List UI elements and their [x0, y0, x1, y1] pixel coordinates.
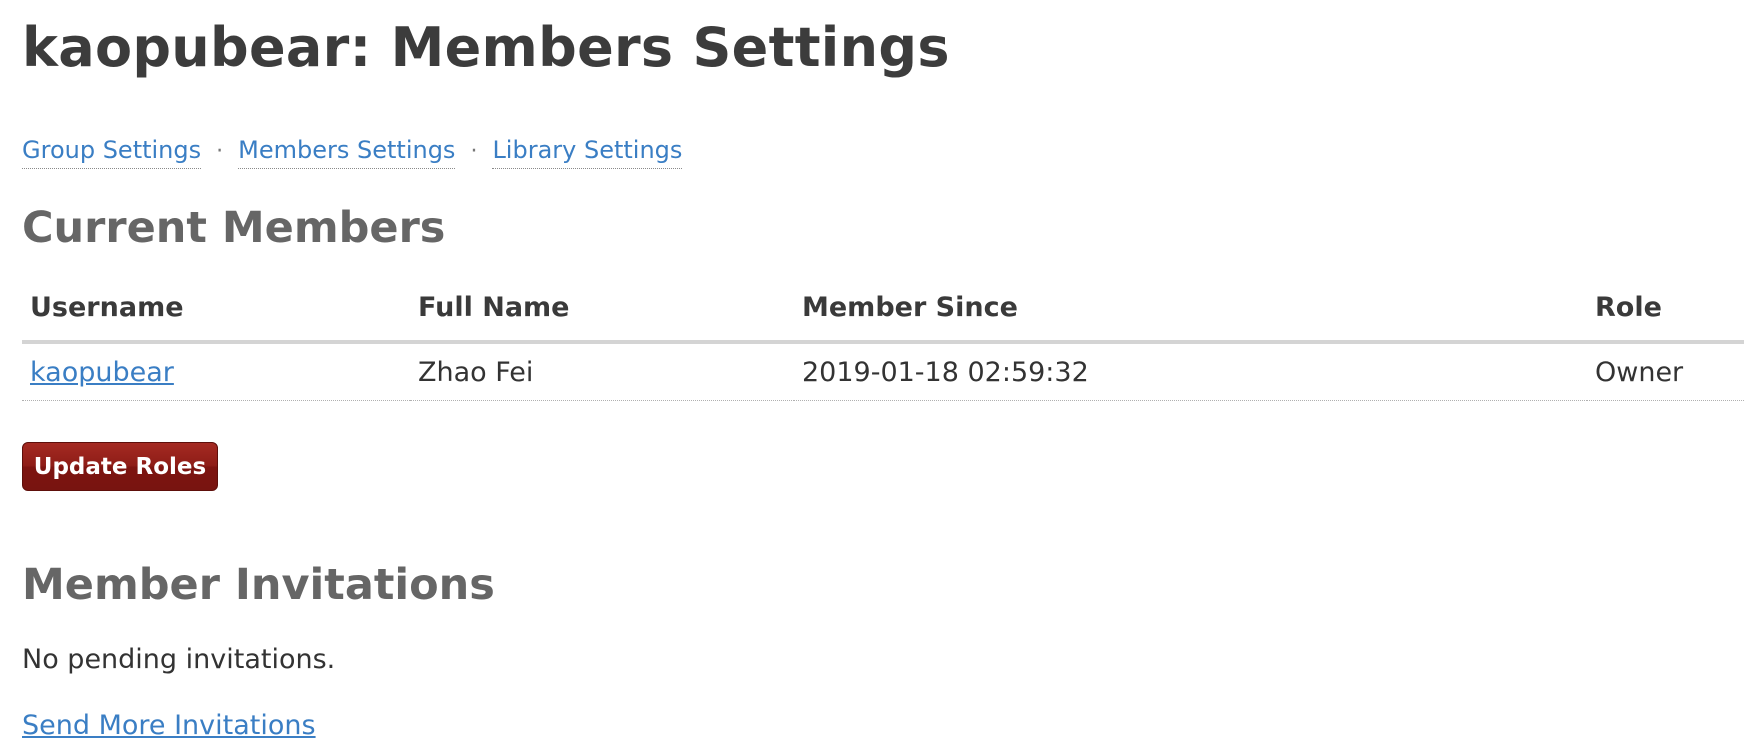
role-cell: Owner	[1587, 342, 1744, 401]
column-header-full-name: Full Name	[410, 288, 794, 344]
full-name-cell: Zhao Fei	[410, 342, 794, 401]
table-row: kaopubear Zhao Fei 2019-01-18 02:59:32 O…	[22, 342, 1744, 401]
column-header-role: Role	[1587, 288, 1744, 344]
send-more-invitations-link[interactable]: Send More Invitations	[22, 710, 316, 741]
column-header-member-since: Member Since	[794, 288, 1587, 344]
username-cell: kaopubear	[22, 342, 410, 401]
column-header-username: Username	[22, 288, 410, 344]
members-table: Username Full Name Member Since Role kao…	[22, 288, 1744, 401]
subnav-separator: ·	[470, 139, 478, 164]
member-since-cell: 2019-01-18 02:59:32	[794, 342, 1587, 401]
subnav-members-settings-link[interactable]: Members Settings	[238, 136, 456, 169]
subnav-group-settings-link[interactable]: Group Settings	[22, 136, 202, 169]
subnav-separator: ·	[216, 139, 224, 164]
update-roles-button[interactable]: Update Roles	[22, 442, 218, 491]
current-members-heading: Current Members	[22, 203, 446, 253]
subnav-library-settings-link[interactable]: Library Settings	[492, 136, 683, 169]
no-pending-invitations-text: No pending invitations.	[22, 644, 336, 675]
member-invitations-heading: Member Invitations	[22, 560, 495, 610]
page-title: kaopubear: Members Settings	[22, 16, 950, 79]
settings-subnav: Group Settings · Members Settings · Libr…	[22, 136, 683, 169]
username-link[interactable]: kaopubear	[30, 357, 174, 388]
members-table-header-row: Username Full Name Member Since Role	[22, 288, 1744, 344]
